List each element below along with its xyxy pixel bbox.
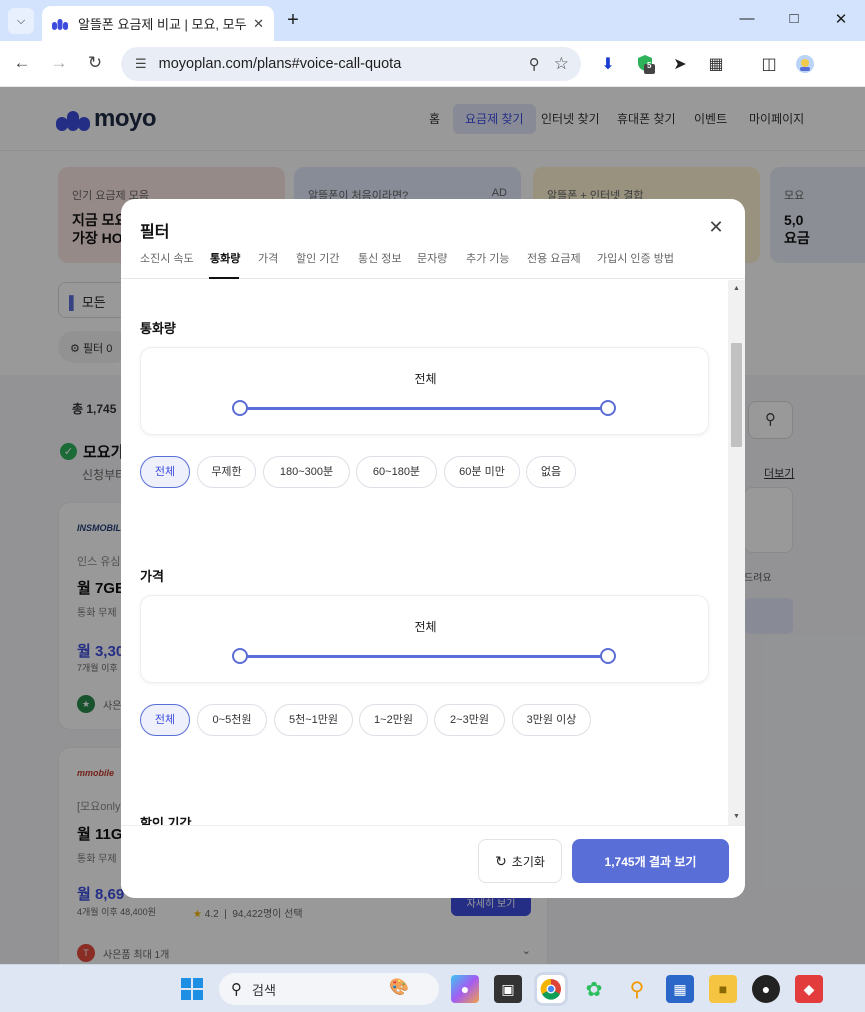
evernote-icon[interactable]: ✿ <box>580 975 608 1003</box>
voice-chip-60-180[interactable]: 60~180분 <box>356 456 437 488</box>
scroll-down-icon[interactable]: ▼ <box>733 813 740 820</box>
moyo-favicon-icon <box>52 16 68 32</box>
reset-button[interactable]: ↻ 초기화 <box>478 839 562 883</box>
voice-chip-none[interactable]: 없음 <box>526 456 576 488</box>
task-view-icon[interactable]: ▣ <box>494 975 522 1003</box>
chevron-down-icon: ⌵ <box>16 14 26 27</box>
tab-auth-method[interactable]: 가입시 인증 방법 <box>597 250 674 266</box>
search-icon: ⚲ <box>231 981 242 998</box>
taskbar-search[interactable]: ⚲ 검색 🎨 <box>219 973 439 1005</box>
chrome-icon[interactable] <box>537 975 565 1003</box>
tab-speed[interactable]: 소진시 속도 <box>140 250 194 266</box>
extensions-puzzle-icon[interactable]: ▦ <box>705 54 727 74</box>
filter-scroll-area[interactable]: 통화량 전체 전체 무제한 180~300분 60~180분 60분 미만 없음… <box>121 280 745 825</box>
voice-chip-all[interactable]: 전체 <box>140 456 190 488</box>
tab-voice[interactable]: 통화량 <box>210 250 240 266</box>
store-icon[interactable]: ▦ <box>666 975 694 1003</box>
taskbar-search-placeholder: 검색 <box>252 982 276 998</box>
voice-range-slider: 전체 <box>140 347 709 435</box>
copilot-icon[interactable]: ● <box>451 975 479 1003</box>
browser-tab-active[interactable]: 알뜰폰 요금제 비교 | 모요, 모두의 요금제 ✕ <box>42 6 274 41</box>
back-icon[interactable]: ← <box>11 53 33 73</box>
windows-start-icon[interactable] <box>178 975 206 1003</box>
tab-sms[interactable]: 문자량 <box>417 250 447 266</box>
url-text[interactable]: moyoplan.com/plans#voice-call-quota <box>159 56 529 72</box>
slider-value-label: 전체 <box>414 620 437 634</box>
close-icon[interactable]: ✕ <box>705 217 727 238</box>
profile-avatar[interactable] <box>794 54 816 79</box>
modal-scrollbar[interactable]: ▲ ▼ <box>728 280 745 825</box>
modal-title: 필터 <box>140 224 170 241</box>
tab-exclusive-plans[interactable]: 전용 요금제 <box>527 250 581 266</box>
tab-extra-features[interactable]: 추가 기능 <box>466 250 510 266</box>
filter-modal: 필터 ✕ 소진시 속도 통화량 가격 할인 기간 통신 정보 문자량 추가 기능… <box>121 199 745 898</box>
extension-badge: 5 <box>647 61 652 70</box>
tab-close-icon[interactable]: ✕ <box>253 16 264 32</box>
download-extension-icon[interactable]: ⬇ <box>597 54 619 74</box>
side-panel-icon[interactable]: ◫ <box>758 54 780 74</box>
price-chip-over-30k[interactable]: 3만원 이상 <box>512 704 591 736</box>
maximize-icon[interactable]: □ <box>784 10 804 27</box>
price-chip-all[interactable]: 전체 <box>140 704 190 736</box>
price-chip-5k-10k[interactable]: 5천~1만원 <box>274 704 353 736</box>
refresh-icon: ↻ <box>495 852 507 869</box>
reload-icon[interactable]: ↻ <box>84 53 106 73</box>
forward-icon[interactable]: → <box>48 53 70 73</box>
active-tab-indicator <box>209 277 239 279</box>
folder-icon[interactable]: ■ <box>709 975 737 1003</box>
filter-tabs: 소진시 속도 통화량 가격 할인 기간 통신 정보 문자량 추가 기능 전용 요… <box>121 245 745 279</box>
price-chip-0-5k[interactable]: 0~5천원 <box>197 704 267 736</box>
os-taskbar: ⚲ 검색 🎨 ● ▣ ✿ ⚲ ▦ ■ ● ◆ <box>0 964 865 1012</box>
slider-value-label: 전체 <box>414 372 437 386</box>
cursor-extension-icon[interactable]: ➤ <box>669 54 691 74</box>
section-title-discount-period: 할인 기간 <box>140 816 192 825</box>
slider-max-handle[interactable] <box>600 648 616 664</box>
show-results-button[interactable]: 1,745개 결과 보기 <box>572 839 729 883</box>
browser-tab-strip: ⌵ 알뜰폰 요금제 비교 | 모요, 모두의 요금제 ✕ + — □ ✕ <box>0 0 865 41</box>
zoom-icon[interactable]: ⚲ <box>529 55 540 73</box>
slider-track[interactable] <box>240 407 608 410</box>
price-range-slider: 전체 <box>140 595 709 683</box>
tab-search-button[interactable]: ⌵ <box>8 8 34 34</box>
voice-chip-under-60[interactable]: 60분 미만 <box>444 456 520 488</box>
modal-footer: ↻ 초기화 1,745개 결과 보기 <box>121 825 745 898</box>
search-highlight-icon: 🎨 <box>389 979 409 996</box>
section-title-price: 가격 <box>140 569 164 584</box>
remote-app-icon[interactable]: ◆ <box>795 975 823 1003</box>
shield-extension-icon[interactable]: 5 <box>635 54 657 79</box>
slider-min-handle[interactable] <box>232 648 248 664</box>
price-chip-10k-20k[interactable]: 1~2만원 <box>359 704 428 736</box>
voice-chip-180-300[interactable]: 180~300분 <box>263 456 350 488</box>
voice-chip-unlimited[interactable]: 무제한 <box>197 456 256 488</box>
price-chip-20k-30k[interactable]: 2~3만원 <box>434 704 505 736</box>
window-close-icon[interactable]: ✕ <box>831 10 851 28</box>
magnifier-app-icon[interactable]: ⚲ <box>623 975 651 1003</box>
slider-track[interactable] <box>240 655 608 658</box>
slider-min-handle[interactable] <box>232 400 248 416</box>
slider-max-handle[interactable] <box>600 400 616 416</box>
section-title-voice: 통화량 <box>140 321 176 336</box>
tab-price[interactable]: 가격 <box>258 250 278 266</box>
bookmark-star-icon[interactable]: ☆ <box>554 54 569 74</box>
site-settings-icon[interactable]: ☰ <box>135 56 147 72</box>
scrollbar-thumb[interactable] <box>731 343 742 447</box>
address-bar[interactable]: ☰ moyoplan.com/plans#voice-call-quota ⚲ … <box>121 47 581 81</box>
scroll-up-icon[interactable]: ▲ <box>733 285 740 292</box>
globe-app-icon[interactable]: ● <box>752 975 780 1003</box>
tab-network[interactable]: 통신 정보 <box>358 250 402 266</box>
browser-toolbar: ← → ↻ ☰ moyoplan.com/plans#voice-call-qu… <box>0 41 865 87</box>
tab-discount-period[interactable]: 할인 기간 <box>296 250 340 266</box>
tab-title: 알뜰폰 요금제 비교 | 모요, 모두의 요금제 <box>78 17 247 32</box>
minimize-icon[interactable]: — <box>737 10 757 27</box>
new-tab-button[interactable]: + <box>282 9 304 32</box>
